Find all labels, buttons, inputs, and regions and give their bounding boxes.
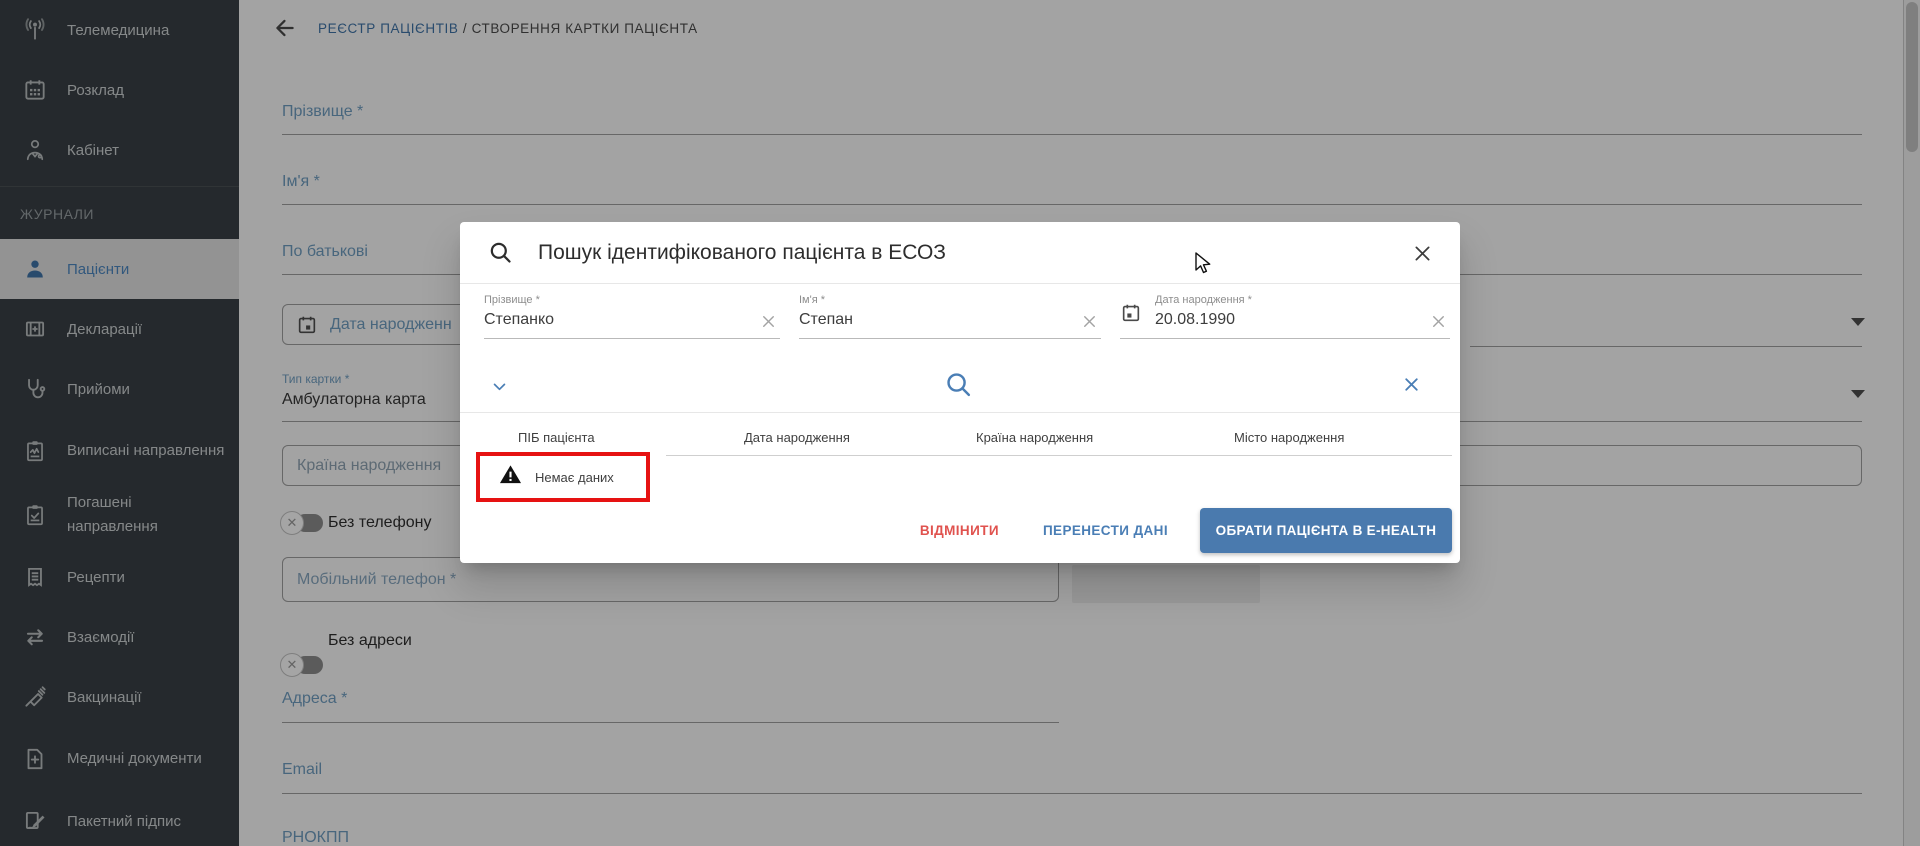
- modal-search-fields: Прізвище * Степанко Ім'я * Степан Дата н…: [484, 294, 1450, 339]
- table-header-birth-country: Країна народження: [976, 430, 1093, 445]
- modal-divider: [460, 412, 1460, 413]
- clear-icon[interactable]: [759, 312, 778, 336]
- clear-icon[interactable]: [1429, 312, 1448, 336]
- calendar-icon: [1120, 302, 1142, 329]
- clear-search-icon[interactable]: [1401, 374, 1422, 400]
- close-icon[interactable]: [1410, 241, 1434, 265]
- field-label: Дата народження *: [1155, 294, 1252, 306]
- modal-header: Пошук ідентифікованого пацієнта в ЕСОЗ: [460, 222, 1460, 284]
- field-label: Ім'я *: [799, 294, 1101, 306]
- select-patient-ehealth-button[interactable]: ОБРАТИ ПАЦІЄНТА В E-HEALTH: [1200, 508, 1452, 553]
- search-icon[interactable]: [943, 369, 974, 405]
- modal-actions: ВІДМІНИТИ ПЕРЕНЕСТИ ДАНІ ОБРАТИ ПАЦІЄНТА…: [906, 508, 1452, 553]
- no-data-highlight-box: Немає даних: [476, 452, 650, 502]
- warning-icon: [499, 463, 522, 491]
- modal-last-name-field[interactable]: Прізвище * Степанко: [484, 294, 780, 339]
- field-value: Степанко: [484, 311, 780, 329]
- table-header-birth-city: Місто народження: [1234, 430, 1344, 445]
- modal-title: Пошук ідентифікованого пацієнта в ЕСОЗ: [538, 241, 946, 265]
- cancel-button[interactable]: ВІДМІНИТИ: [906, 513, 1013, 548]
- modal-search-controls: [460, 368, 1460, 410]
- table-header-birth-date: Дата народження: [744, 430, 850, 445]
- modal-first-name-field[interactable]: Ім'я * Степан: [799, 294, 1101, 339]
- modal-birth-date-field[interactable]: Дата народження * 20.08.1990: [1120, 294, 1450, 339]
- ecoz-patient-search-modal: Пошук ідентифікованого пацієнта в ЕСОЗ П…: [460, 222, 1460, 563]
- table-header-patient-name: ПІБ пацієнта: [518, 430, 595, 445]
- chevron-down-icon[interactable]: [491, 378, 508, 400]
- field-value: Степан: [799, 311, 1101, 329]
- clear-icon[interactable]: [1080, 312, 1099, 336]
- app-root: Телемедицина Розклад Кабінет ЖУРНАЛИ Пац…: [0, 0, 1920, 846]
- transfer-data-button[interactable]: ПЕРЕНЕСТИ ДАНІ: [1029, 513, 1182, 548]
- no-data-text: Немає даних: [535, 470, 614, 485]
- field-label: Прізвище *: [484, 294, 780, 306]
- search-icon: [487, 239, 514, 266]
- field-value: 20.08.1990: [1155, 311, 1252, 329]
- table-header-underline: [666, 455, 1452, 456]
